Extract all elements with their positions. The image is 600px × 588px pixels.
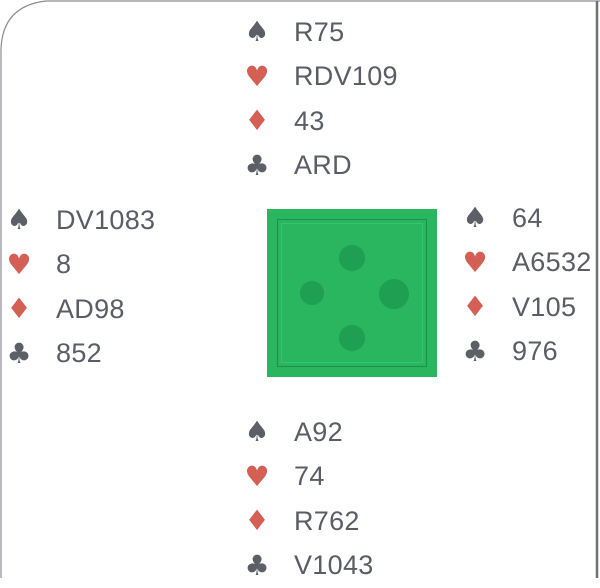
south-spades-row: ♠ A92: [244, 410, 444, 455]
spade-icon: ♠: [462, 204, 488, 232]
north-clubs-cards: ARD: [294, 150, 352, 181]
spade-icon: ♠: [244, 18, 270, 46]
south-hearts-row: ♥ 74: [244, 455, 444, 500]
club-icon: ♣: [6, 340, 32, 368]
south-hand: ♠ A92 ♥ 74 ♦ R762 ♣ V1043: [244, 410, 444, 588]
heart-icon: ♥: [244, 63, 270, 91]
north-seat-marker: [339, 245, 365, 271]
spade-icon: ♠: [244, 418, 270, 446]
south-spades-cards: A92: [294, 417, 343, 448]
south-seat-marker: [339, 325, 365, 351]
north-clubs-row: ♣ ARD: [244, 144, 444, 189]
north-diamonds-row: ♦ 43: [244, 99, 444, 144]
heart-icon: ♥: [6, 251, 32, 279]
south-diamonds-cards: R762: [294, 506, 360, 537]
club-icon: ♣: [244, 552, 270, 580]
east-diamonds-cards: V105: [512, 292, 576, 323]
west-diamonds-row: ♦ AD98: [6, 287, 206, 332]
east-spades-cards: 64: [512, 203, 543, 234]
north-hearts-row: ♥ RDV109: [244, 55, 444, 100]
west-hearts-row: ♥ 8: [6, 243, 206, 288]
west-hand: ♠ DV1083 ♥ 8 ♦ AD98 ♣ 852: [6, 198, 206, 376]
spade-icon: ♠: [6, 206, 32, 234]
club-icon: ♣: [462, 338, 488, 366]
east-diamonds-row: ♦ V105: [462, 285, 600, 330]
south-hearts-cards: 74: [294, 461, 325, 492]
west-spades-row: ♠ DV1083: [6, 198, 206, 243]
diamond-icon: ♦: [6, 295, 32, 323]
west-clubs-cards: 852: [56, 338, 102, 369]
north-spades-row: ♠ R75: [244, 10, 444, 55]
south-diamonds-row: ♦ R762: [244, 499, 444, 544]
north-diamonds-cards: 43: [294, 106, 325, 137]
west-seat-marker: [300, 281, 324, 305]
east-hearts-cards: A6532: [512, 247, 592, 278]
west-spades-cards: DV1083: [56, 205, 155, 236]
heart-icon: ♥: [244, 463, 270, 491]
north-hand: ♠ R75 ♥ RDV109 ♦ 43 ♣ ARD: [244, 10, 444, 188]
east-spades-row: ♠ 64: [462, 196, 600, 241]
east-hearts-row: ♥ A6532: [462, 241, 600, 286]
north-spades-cards: R75: [294, 17, 344, 48]
west-clubs-row: ♣ 852: [6, 332, 206, 377]
diamond-icon: ♦: [244, 507, 270, 535]
south-clubs-row: ♣ V1043: [244, 544, 444, 588]
diamond-icon: ♦: [244, 107, 270, 135]
south-clubs-cards: V1043: [294, 550, 374, 581]
west-hearts-cards: 8: [56, 249, 71, 280]
heart-icon: ♥: [462, 249, 488, 277]
bridge-table-compass-icon: [267, 209, 437, 377]
north-hearts-cards: RDV109: [294, 61, 398, 92]
west-diamonds-cards: AD98: [56, 294, 125, 325]
club-icon: ♣: [244, 152, 270, 180]
east-clubs-row: ♣ 976: [462, 330, 600, 375]
east-clubs-cards: 976: [512, 336, 558, 367]
east-seat-marker: [379, 279, 409, 309]
east-hand: ♠ 64 ♥ A6532 ♦ V105 ♣ 976: [462, 196, 600, 374]
diamond-icon: ♦: [462, 293, 488, 321]
